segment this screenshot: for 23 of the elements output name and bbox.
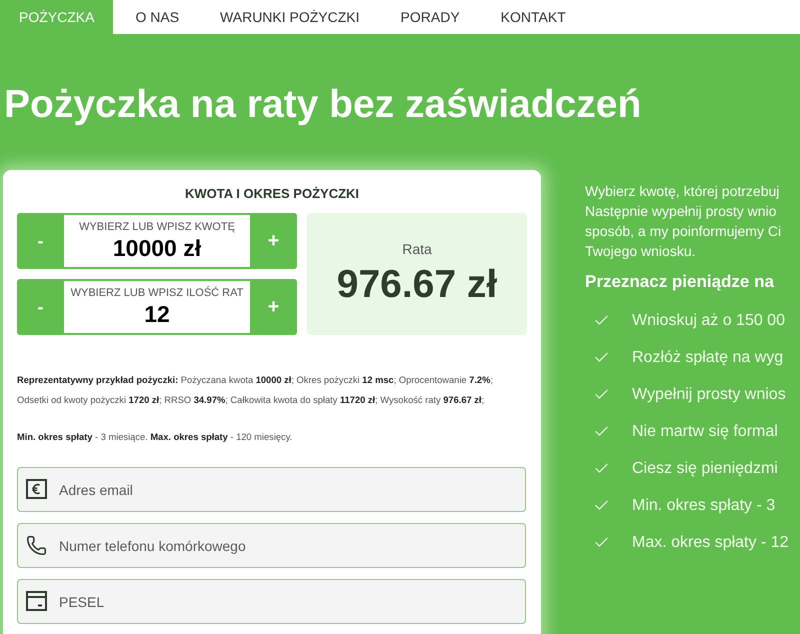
email-field[interactable]: Adres email xyxy=(17,467,526,512)
benefit-text: Wypełnij prosty wnios xyxy=(632,384,786,404)
euro-icon xyxy=(26,479,47,499)
section-heading: Przeznacz pieniądze na xyxy=(585,271,774,293)
benefit-text: Ciesz się pieniędzmi xyxy=(632,458,778,478)
phone-icon xyxy=(26,535,47,556)
id-card-icon xyxy=(26,591,47,611)
calculator-title: KWOTA I OKRES POŻYCZKI xyxy=(184,186,360,202)
benefit-text: Wnioskuj aż o 150 00 xyxy=(632,310,785,330)
intro-paragraph: Wybierz kwotę, której potrzebuj Następnie wypełnij prosty wnio sposób, a my poinformujemy Ci Twojego wniosku. xyxy=(585,182,782,261)
phone-field[interactable]: Numer telefonu komórkowego xyxy=(17,523,526,568)
installment-label: Rata xyxy=(402,240,432,258)
installment-amount: 976.67 zł xyxy=(336,262,498,308)
amount-field[interactable]: WYBIERZ LUB WPISZ KWOTĘ 10000 zł xyxy=(64,213,250,269)
benefit-text: Rozłóż spłatę na wyg xyxy=(632,348,784,368)
benefit-text: Nie martw się formal xyxy=(632,422,778,442)
benefit-text: Min. okres spłaty - 3 xyxy=(632,496,776,516)
installment-count-field[interactable]: WYBIERZ LUB WPISZ ILOŚĆ RAT 12 xyxy=(64,279,250,335)
pesel-field[interactable]: PESEL xyxy=(17,579,526,624)
repayment-terms-text: Min. okres spłaty - 3 miesiące. Max. okres spłaty - 120 miesięcy. xyxy=(17,431,292,444)
representative-example-text: Reprezentatywny przykład pożyczki: Pożyczana kwota 10000 zł; Okres pożyczki 12 msc; Oprocentowanie 7.2%; Odsetki od kwoty pożyczki 1720 zł; RRSO 34.97%; Całkowita kwota do spłaty 11720 zł; Wysokość raty 976.67 zł; xyxy=(17,374,494,407)
page-title: Pożyczka na raty bez zaświadczeń xyxy=(4,83,642,127)
benefit-text: Max. okres spłaty - 12 xyxy=(632,532,788,552)
